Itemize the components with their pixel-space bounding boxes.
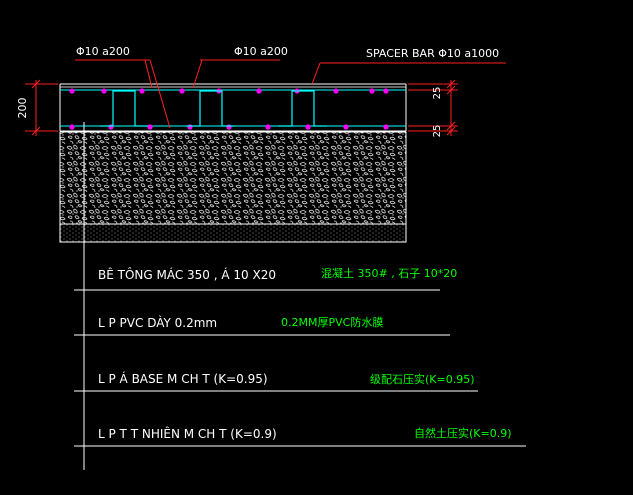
layer-base-label-cn: 级配石压实(K=0.95) <box>370 372 475 386</box>
rebar-dot <box>333 88 339 94</box>
rebar-dot <box>265 124 271 130</box>
spacer-bar <box>186 90 235 127</box>
leader-line-spacer <box>311 62 321 85</box>
cad-drawing-canvas: 200 25 25 Φ10 a200 Φ10 a200 SPACER BAR Φ… <box>16 45 526 470</box>
rebar-label-mid: Φ10 a200 <box>234 45 288 58</box>
soil-layer-hatch <box>59 223 407 243</box>
concrete-slab <box>59 83 407 132</box>
spacer-bar <box>278 90 327 127</box>
rebar-dot <box>343 124 349 130</box>
rebar-dot <box>305 124 311 130</box>
rebar-bottom-dots <box>69 124 389 130</box>
rebar-dot <box>69 88 75 94</box>
spacer-bars <box>100 90 327 127</box>
rebar-dot <box>256 88 262 94</box>
dimension-total-text: 200 <box>16 98 29 119</box>
layer-soil-label-vn: L P T T NHIÊN M CH T (K=0.9) <box>98 426 277 441</box>
rebar-dot <box>383 124 389 130</box>
leader-line-left <box>149 59 171 129</box>
layer-pvc-label-cn: 0.2MM厚PVC防水膜 <box>281 315 383 329</box>
spacer-bar <box>100 90 148 127</box>
rebar-dot <box>369 88 375 94</box>
layer-concrete-label-vn: BÊ TÔNG MÁC 350 , Á 10 X20 <box>98 267 276 282</box>
dimension-cover-top-text: 25 <box>432 87 443 100</box>
base-course-hatch <box>59 131 407 225</box>
rebar-dot <box>69 124 75 130</box>
dimension-cover-bottom-text: 25 <box>432 125 443 138</box>
layer-label-underlines <box>74 289 526 447</box>
dimension-total <box>25 79 58 136</box>
layer-soil-label-cn: 自然土压实(K=0.9) <box>414 426 512 440</box>
rebar-dot <box>101 88 107 94</box>
rebar-dot <box>179 88 185 94</box>
rebar-dot <box>147 124 153 130</box>
rebar-dot <box>139 88 145 94</box>
rebar-label-left: Φ10 a200 <box>76 45 130 58</box>
layer-concrete-label-cn: 混凝土 350# , 石子 10*20 <box>321 266 457 280</box>
rebar-dot <box>187 124 193 130</box>
spacer-bar-label: SPACER BAR Φ10 a1000 <box>366 47 499 60</box>
rebar-dot <box>383 88 389 94</box>
rebar-dot <box>226 124 232 130</box>
layer-pvc-label-vn: L P PVC DÀY 0.2mm <box>98 315 217 330</box>
layer-base-label-vn: L P Á BASE M CH T (K=0.95) <box>98 371 268 386</box>
